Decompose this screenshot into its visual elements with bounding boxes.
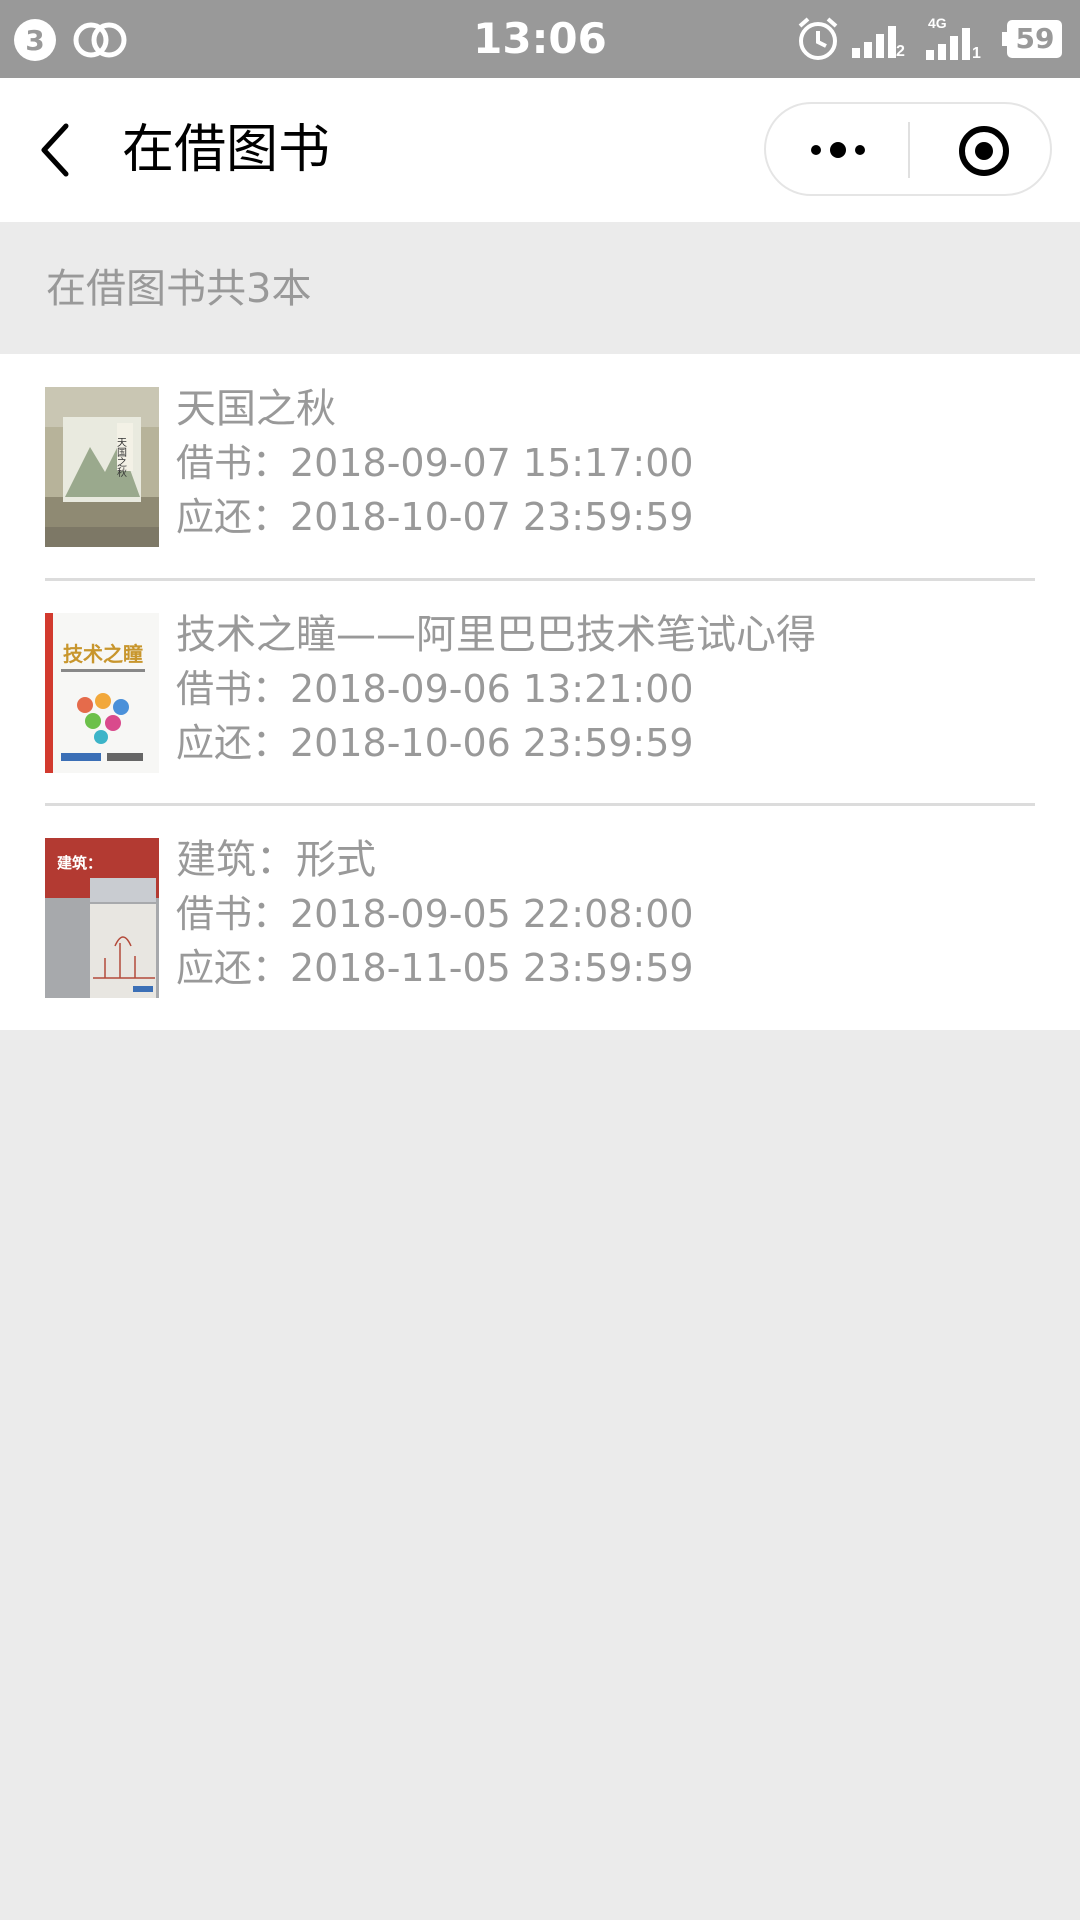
cover-title-text: 天国之秋 — [115, 437, 127, 478]
book-info: 建筑：形式 借书：2018-09-05 22:08:00 应还：2018-11-… — [176, 833, 1056, 995]
cover-title-text: 技术之瞳 — [63, 642, 143, 666]
cover-title-text: 建筑： — [57, 854, 102, 872]
list-item[interactable]: 建筑： 建筑：形式 借书：2018-09-05 22:08:00 应还：2018… — [0, 805, 1080, 1030]
signal-strength-icon: 2 — [852, 26, 905, 58]
book-cover-image: 技术之瞳 — [45, 613, 159, 773]
borrow-date: 借书：2018-09-05 22:08:00 — [176, 892, 694, 936]
list-item[interactable]: 技术之瞳 技术之瞳——阿里巴巴技术笔试心得 借书：2018-09-06 13:2… — [0, 580, 1080, 805]
signal-4g-icon: 4G 1 — [926, 15, 981, 60]
book-cover-image: 天国之秋 — [45, 387, 159, 547]
network-type-label: 4G — [928, 15, 947, 31]
book-title: 天国之秋 — [176, 386, 336, 432]
borrowed-book-list: 天国之秋 天国之秋 借书：2018-09-07 15:17:00 应还：2018… — [0, 354, 1080, 1030]
book-info: 天国之秋 借书：2018-09-07 15:17:00 应还：2018-10-0… — [176, 382, 1056, 544]
mini-program-capsule — [764, 102, 1052, 196]
due-date: 应还：2018-10-06 23:59:59 — [176, 721, 694, 765]
alarm-clock-icon — [798, 17, 838, 60]
borrow-date: 借书：2018-09-07 15:17:00 — [176, 441, 694, 485]
due-date: 应还：2018-10-07 23:59:59 — [176, 495, 694, 539]
summary-header: 在借图书共3本 — [0, 222, 1080, 354]
due-date: 应还：2018-11-05 23:59:59 — [176, 946, 694, 990]
sim1-label: 2 — [896, 43, 905, 58]
capsule-divider — [908, 122, 910, 178]
borrow-date: 借书：2018-09-06 13:21:00 — [176, 667, 694, 711]
book-cover-image: 建筑： — [45, 838, 159, 998]
book-info: 技术之瞳——阿里巴巴技术笔试心得 借书：2018-09-06 13:21:00 … — [176, 608, 1056, 770]
page-title: 在借图书 — [122, 120, 331, 180]
book-title: 技术之瞳——阿里巴巴技术笔试心得 — [176, 612, 816, 658]
back-arrow-icon[interactable] — [36, 120, 82, 180]
borrowed-count-text: 在借图书共3本 — [46, 266, 312, 312]
close-mini-program-icon[interactable] — [956, 124, 1012, 178]
book-title: 建筑：形式 — [176, 837, 376, 883]
sim2-label: 1 — [972, 45, 981, 60]
clock-time: 13:06 — [473, 14, 607, 63]
navigation-bar: 在借图书 — [0, 78, 1080, 222]
list-item[interactable]: 天国之秋 天国之秋 借书：2018-09-07 15:17:00 应还：2018… — [0, 354, 1080, 579]
battery-level: 59 — [1015, 22, 1055, 55]
more-options-icon[interactable] — [806, 124, 870, 176]
status-bar: 3 13:06 2 4G 1 59 — [0, 0, 1080, 78]
